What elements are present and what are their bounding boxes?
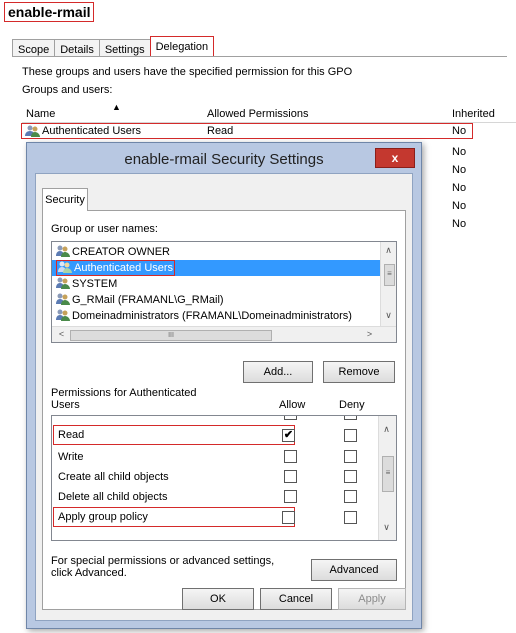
- permission-name: Read: [58, 429, 85, 441]
- list-item[interactable]: G_RMail (FRAMANL\G_RMail): [56, 292, 224, 308]
- row-name: Authenticated Users: [42, 125, 142, 137]
- scroll-thumb[interactable]: ≡: [384, 264, 395, 286]
- tab-scope[interactable]: Scope: [12, 39, 56, 57]
- permission-name: Create all child objects: [58, 471, 169, 483]
- permission-name: Apply group policy: [58, 511, 148, 523]
- sort-ascending-icon: ▲: [112, 102, 121, 112]
- advanced-button[interactable]: Advanced: [311, 559, 397, 581]
- users-icon: [56, 245, 70, 257]
- users-icon: [25, 125, 41, 140]
- user-list[interactable]: CREATOR OWNER Authenticated Users SYSTEM…: [51, 241, 397, 343]
- scroll-up-icon[interactable]: ∧: [379, 424, 394, 435]
- deny-checkbox[interactable]: [344, 470, 357, 483]
- row-inherited: No: [452, 182, 467, 194]
- table-row[interactable]: Authenticated Users Read No: [21, 123, 473, 140]
- list-item-selected[interactable]: Authenticated Users: [52, 260, 385, 276]
- permissions-list: Read ✔ Write Create all child objects De…: [51, 415, 397, 541]
- deny-checkbox[interactable]: [344, 429, 357, 442]
- column-name[interactable]: Name: [26, 108, 55, 120]
- users-icon: [58, 261, 72, 273]
- row-inherited: No: [452, 146, 467, 158]
- permissions-vscrollbar[interactable]: ∧ ≡ ∨: [378, 416, 396, 540]
- permission-name: Write: [58, 451, 84, 463]
- allow-checkbox[interactable]: [284, 450, 297, 463]
- dialog-title: enable-rmail Security Settings: [124, 151, 324, 168]
- row-inherited: No: [452, 218, 467, 230]
- users-icon: [56, 293, 70, 305]
- user-name: SYSTEM: [72, 278, 118, 290]
- user-name: Domeinadministrators (FRAMANL\Domeinadmi…: [72, 310, 352, 322]
- user-name: G_RMail (FRAMANL\G_RMail): [72, 294, 224, 306]
- tab-strip: Scope Details Settings Delegation: [12, 36, 215, 57]
- security-settings-dialog: enable-rmail Security Settings x Securit…: [26, 142, 422, 629]
- clipped-row: [52, 416, 378, 420]
- allow-checkbox[interactable]: ✔: [282, 429, 295, 442]
- deny-header: Deny: [339, 399, 365, 411]
- cancel-button[interactable]: Cancel: [260, 588, 332, 610]
- dialog-body: Security Group or user names: CREATOR OW…: [35, 173, 413, 621]
- deny-checkbox[interactable]: [344, 490, 357, 503]
- users-icon: [56, 309, 70, 321]
- user-list-vscrollbar[interactable]: ∧ ≡ ∨: [380, 242, 396, 326]
- user-list-hscrollbar[interactable]: < III >: [52, 326, 396, 342]
- list-item[interactable]: Domeinadministrators (FRAMANL\Domeinadmi…: [56, 308, 352, 324]
- group-or-user-label: Group or user names:: [51, 223, 158, 235]
- column-inherited[interactable]: Inherited: [452, 108, 495, 120]
- row-inherited: No: [452, 164, 467, 176]
- special-permissions-text-2: click Advanced.: [51, 567, 127, 579]
- allow-checkbox[interactable]: [284, 470, 297, 483]
- deny-checkbox[interactable]: [344, 450, 357, 463]
- scroll-left-icon[interactable]: <: [54, 329, 69, 339]
- scroll-thumb[interactable]: III: [70, 330, 272, 341]
- list-item[interactable]: CREATOR OWNER: [56, 244, 170, 260]
- scroll-down-icon[interactable]: ∨: [381, 310, 396, 321]
- close-icon[interactable]: x: [375, 148, 415, 168]
- tab-divider: [12, 56, 507, 57]
- allow-header: Allow: [279, 399, 306, 411]
- scroll-down-icon[interactable]: ∨: [379, 522, 394, 533]
- permission-row-read[interactable]: Read ✔: [53, 425, 295, 445]
- column-allowed[interactable]: Allowed Permissions: [207, 108, 308, 120]
- remove-button[interactable]: Remove: [323, 361, 395, 383]
- permissions-label-user: Users: [51, 399, 80, 411]
- gpo-title: enable-rmail: [4, 2, 95, 22]
- groups-label: Groups and users:: [22, 84, 113, 96]
- users-icon: [56, 277, 70, 289]
- tab-security[interactable]: Security: [42, 188, 88, 211]
- allow-checkbox[interactable]: [282, 511, 295, 524]
- scroll-thumb[interactable]: ≡: [382, 456, 394, 492]
- deny-checkbox[interactable]: [344, 511, 357, 524]
- permission-row-apply[interactable]: Apply group policy: [53, 507, 295, 527]
- permissions-label: Permissions for Authenticated: [51, 387, 197, 399]
- permission-name: Delete all child objects: [58, 491, 168, 503]
- allow-checkbox[interactable]: [284, 416, 297, 420]
- ok-button[interactable]: OK: [182, 588, 254, 610]
- deny-checkbox[interactable]: [344, 416, 357, 420]
- row-inherited: No: [452, 200, 467, 212]
- apply-button[interactable]: Apply: [338, 588, 406, 610]
- tab-delegation[interactable]: Delegation: [149, 36, 215, 57]
- tab-details[interactable]: Details: [54, 39, 100, 57]
- scroll-right-icon[interactable]: >: [362, 329, 377, 339]
- delegation-description: These groups and users have the specifie…: [22, 66, 353, 78]
- row-allowed: Read: [207, 125, 234, 137]
- special-permissions-text: For special permissions or advanced sett…: [51, 555, 275, 567]
- scroll-up-icon[interactable]: ∧: [381, 245, 396, 256]
- security-panel: Group or user names: CREATOR OWNER Authe…: [42, 210, 406, 610]
- list-item[interactable]: SYSTEM: [56, 276, 117, 292]
- user-name: CREATOR OWNER: [72, 246, 170, 258]
- allow-checkbox[interactable]: [284, 490, 297, 503]
- add-button[interactable]: Add...: [243, 361, 313, 383]
- user-name: Authenticated Users: [74, 262, 174, 274]
- tab-settings[interactable]: Settings: [98, 39, 151, 57]
- delegation-list-header: Name ▲ Allowed Permissions Inherited: [22, 102, 516, 123]
- row-inherited: No: [452, 125, 467, 137]
